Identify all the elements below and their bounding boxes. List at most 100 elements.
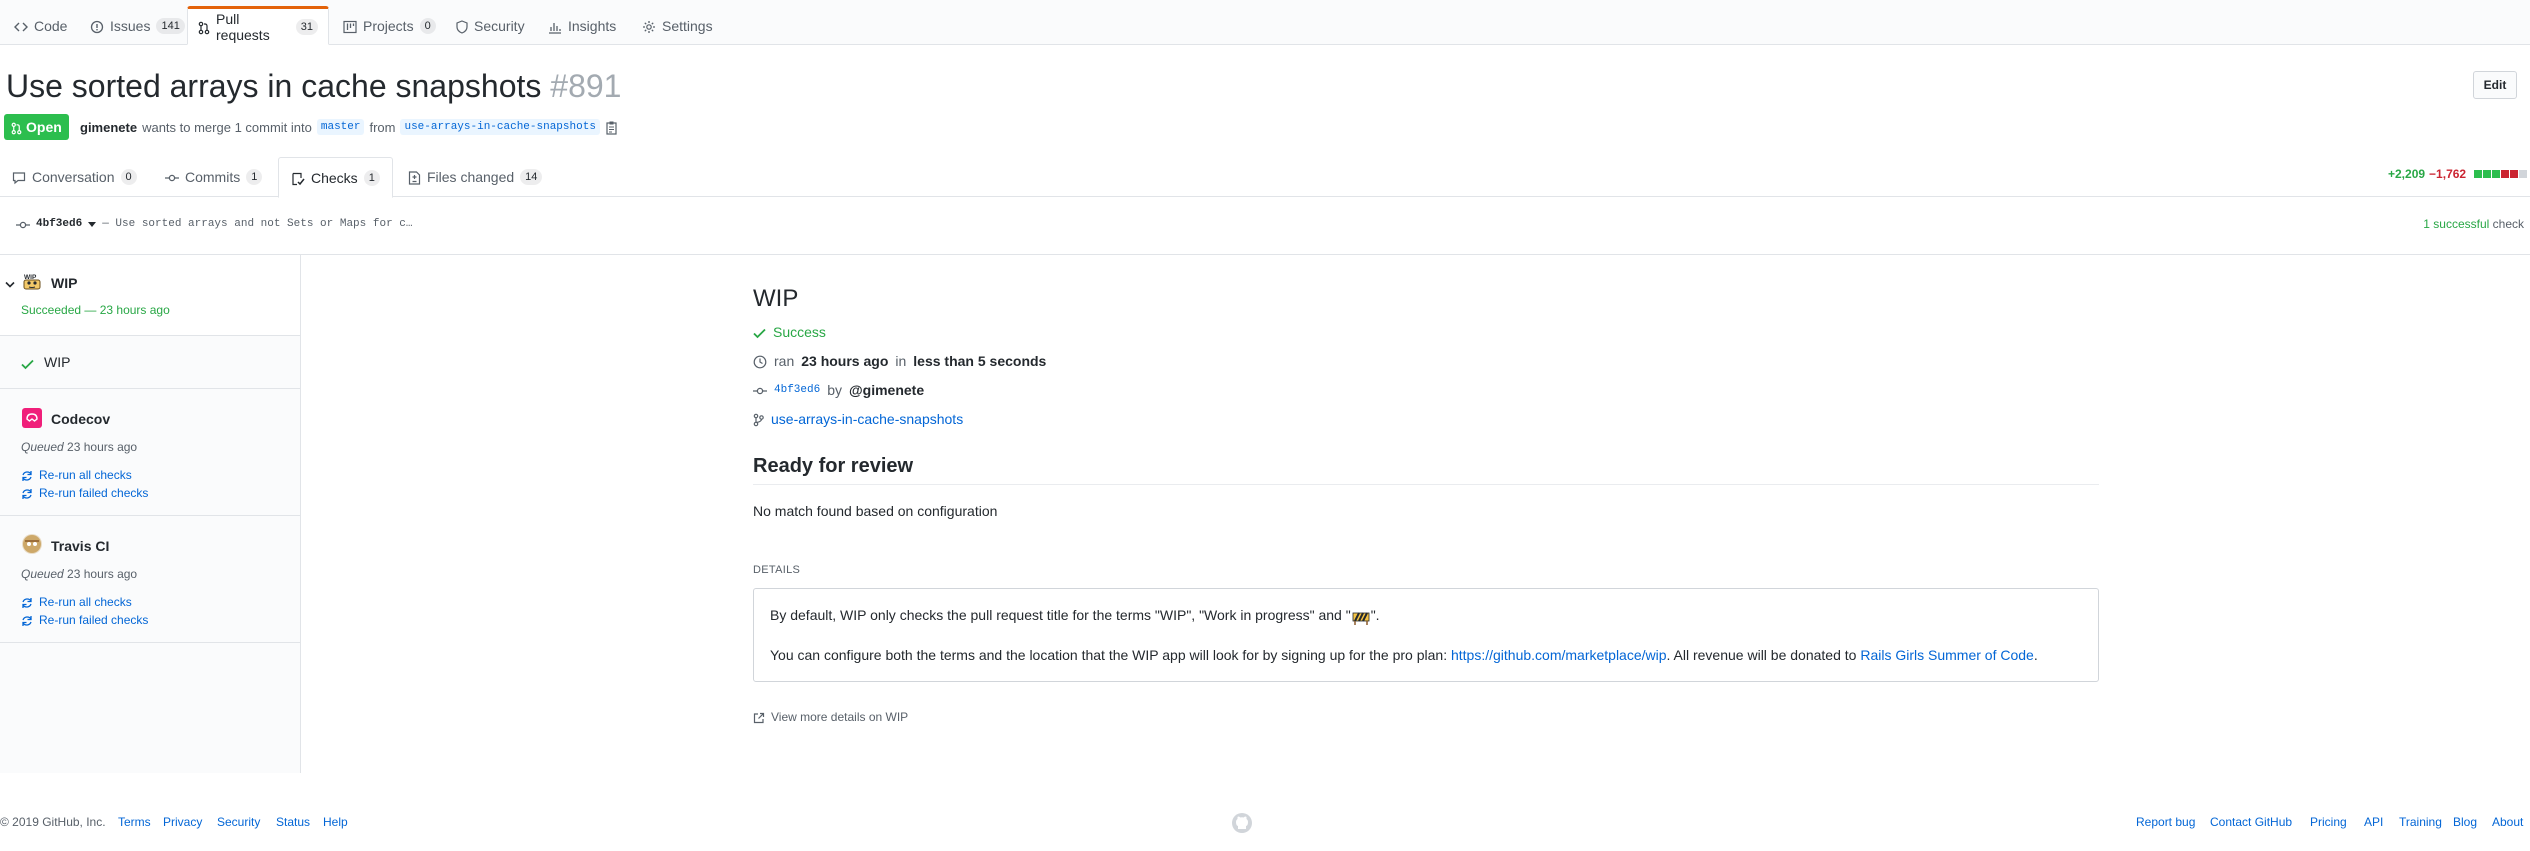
sync-icon (21, 595, 33, 609)
rerun-all-link[interactable]: Re-run all checks (21, 595, 132, 609)
diffstat-blocks (2473, 170, 2528, 178)
check-branch-row: use-arrays-in-cache-snapshots (753, 411, 963, 427)
pull-request-icon (198, 18, 210, 34)
commit-bar: 4bf3ed6 — Use sorted arrays and not Sets… (0, 197, 2530, 255)
check-icon (21, 356, 34, 371)
details-paragraph-1: By default, WIP only checks the pull req… (770, 605, 2082, 626)
marketplace-link[interactable]: https://github.com/marketplace/wip (1451, 647, 1667, 663)
view-more-details-link[interactable]: View more details on WIP (753, 710, 908, 724)
chevron-down-icon[interactable] (88, 217, 97, 231)
svg-text:WIP: WIP (24, 274, 37, 281)
chevron-down-icon[interactable] (5, 276, 15, 291)
suite-status: Queued 23 hours ago (21, 567, 138, 581)
rerun-failed-link[interactable]: Re-run failed checks (21, 613, 148, 627)
project-icon (343, 17, 357, 33)
rerun-all-link[interactable]: Re-run all checks (21, 468, 132, 482)
tab-files-changed[interactable]: Files changed 14 (396, 157, 554, 197)
github-mark-icon[interactable] (1231, 812, 1253, 834)
suite-name: Codecov (51, 411, 111, 427)
base-ref[interactable]: master (316, 119, 365, 135)
wip-app-icon: WIP (22, 271, 42, 291)
check-commit-row: 4bf3ed6 by @gimenete (753, 382, 924, 398)
rails-girls-link[interactable]: Rails Girls Summer of Code (1860, 647, 2034, 663)
suite-name: Travis CI (51, 538, 110, 554)
diffstat-deletions: −1,762 (2429, 167, 2467, 181)
summary-title: Ready for review (753, 455, 2099, 485)
suite-status: Succeeded — 23 hours ago (21, 303, 170, 317)
issue-icon (90, 17, 104, 33)
commit-message: — Use sorted arrays and not Sets or Maps… (102, 218, 413, 231)
check-status-row: Success (753, 324, 826, 340)
footer-link-report-bug[interactable]: Report bug (2136, 815, 2195, 829)
graph-icon (548, 17, 562, 34)
footer-link-pricing[interactable]: Pricing (2310, 815, 2347, 829)
footer-link-help[interactable]: Help (323, 815, 348, 829)
tab-checks[interactable]: Checks 1 (278, 157, 393, 198)
head-ref[interactable]: use-arrays-in-cache-snapshots (400, 119, 600, 135)
footer-link-privacy[interactable]: Privacy (163, 815, 202, 829)
footer-link-security[interactable]: Security (217, 815, 260, 829)
sync-icon (21, 468, 33, 482)
nav-pull-requests[interactable]: Pull requests 31 (187, 6, 329, 45)
travis-ci-app-icon (22, 534, 42, 554)
checks-summary: 1 successful check (2423, 217, 2524, 231)
suite-status: Queued 23 hours ago (21, 440, 138, 454)
pr-number: #891 (550, 68, 622, 104)
clock-icon (753, 353, 767, 369)
edit-button[interactable]: Edit (2473, 71, 2517, 99)
gear-icon (642, 17, 656, 33)
nav-issues[interactable]: Issues 141 (80, 6, 195, 45)
nav-projects[interactable]: Projects 0 (333, 6, 446, 45)
check-branch-link[interactable]: use-arrays-in-cache-snapshots (771, 411, 963, 427)
footer-link-about[interactable]: About (2492, 815, 2523, 829)
check-title: WIP (753, 285, 799, 312)
construction-icon (1352, 606, 1370, 626)
checks-sidebar: WIP WIP Succeeded — 23 hours ago WIP Cod… (0, 255, 301, 773)
footer-link-blog[interactable]: Blog (2453, 815, 2477, 829)
suite-travis-ci[interactable]: Travis CI Queued 23 hours ago Re-run all… (0, 517, 300, 643)
rerun-failed-link[interactable]: Re-run failed checks (21, 486, 148, 500)
code-icon (14, 17, 28, 33)
checklist-icon (291, 169, 305, 185)
shield-icon (456, 17, 468, 34)
pr-author[interactable]: gimenete (80, 120, 137, 135)
check-commit-sha[interactable]: 4bf3ed6 (774, 384, 820, 396)
footer-link-api[interactable]: API (2364, 815, 2383, 829)
repo-nav: Code Issues 141 Pull requests 31 Project… (0, 0, 2530, 45)
summary-text: No match found based on configuration (753, 503, 998, 519)
footer-link-terms[interactable]: Terms (118, 815, 151, 829)
nav-settings[interactable]: Settings (632, 6, 723, 45)
details-box: By default, WIP only checks the pull req… (753, 588, 2099, 682)
link-external-icon (753, 710, 765, 724)
footer-link-contact-github[interactable]: Contact GitHub (2210, 815, 2292, 829)
details-paragraph-2: You can configure both the terms and the… (770, 647, 2038, 664)
file-diff-icon (408, 169, 421, 185)
suite-codecov[interactable]: Codecov Queued 23 hours ago Re-run all c… (0, 390, 300, 516)
clipboard-icon[interactable] (605, 119, 619, 135)
tab-conversation[interactable]: Conversation 0 (0, 157, 149, 197)
check-actor[interactable]: @gimenete (849, 382, 924, 398)
commit-sha-select[interactable]: 4bf3ed6 (36, 218, 82, 230)
check-run-wip[interactable]: WIP (0, 337, 300, 389)
git-branch-icon (753, 411, 764, 427)
nav-insights[interactable]: Insights (538, 6, 626, 45)
check-icon (753, 324, 766, 340)
suite-wip[interactable]: WIP WIP Succeeded — 23 hours ago (0, 255, 300, 336)
footer-copyright: © 2019 GitHub, Inc. (0, 815, 106, 829)
footer-link-status[interactable]: Status (276, 815, 310, 829)
pr-meta: gimenete wants to merge 1 commit into ma… (80, 115, 619, 139)
diffstat: +2,209 −1,762 (2388, 167, 2528, 181)
issues-count: 141 (156, 17, 185, 34)
diffstat-additions: +2,209 (2388, 167, 2426, 181)
check-ran-row: ran 23 hours ago in less than 5 seconds (753, 353, 1046, 369)
nav-code[interactable]: Code (4, 6, 77, 45)
tab-commits[interactable]: Commits 1 (153, 157, 274, 197)
footer-link-training[interactable]: Training (2399, 815, 2442, 829)
check-run-name: WIP (44, 354, 71, 370)
codecov-app-icon (22, 408, 42, 428)
nav-security[interactable]: Security (446, 6, 535, 45)
footer: © 2019 GitHub, Inc. Terms Privacy Securi… (0, 812, 2530, 851)
pull-request-icon (11, 119, 22, 135)
pr-title-text: Use sorted arrays in cache snapshots (6, 68, 542, 104)
comment-icon (12, 169, 26, 185)
